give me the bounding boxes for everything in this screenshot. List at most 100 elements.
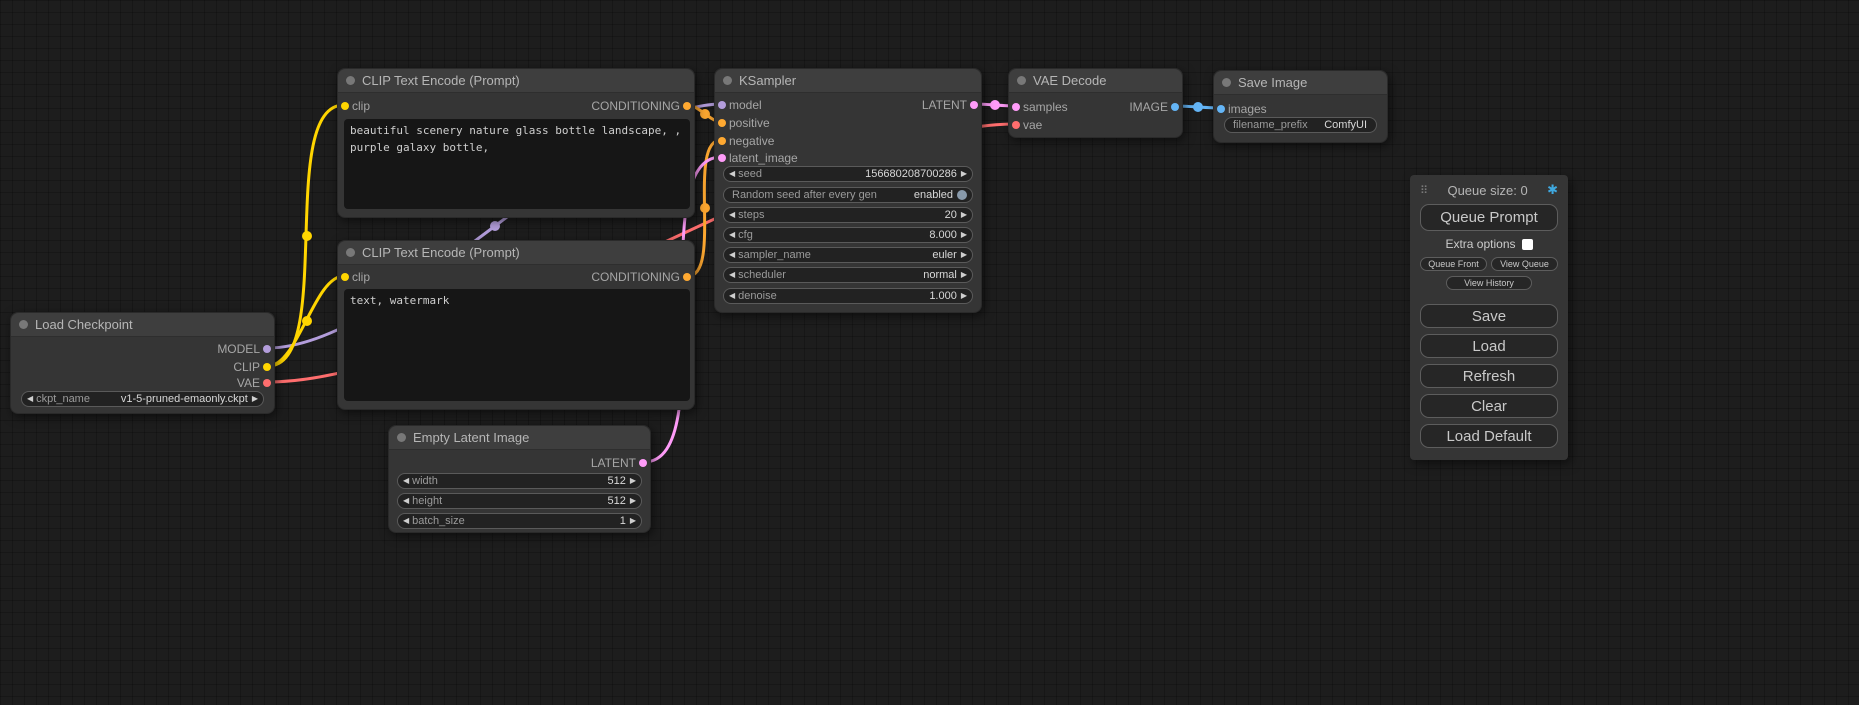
queue-front-button[interactable]: Queue Front <box>1420 257 1487 271</box>
queue-prompt-button[interactable]: Queue Prompt <box>1420 204 1558 231</box>
increment-arrow-icon[interactable]: ▶ <box>630 477 636 485</box>
input-dot-latent-image[interactable] <box>718 154 726 162</box>
increment-arrow-icon[interactable]: ▶ <box>630 497 636 505</box>
decrement-arrow-icon[interactable]: ◀ <box>403 477 409 485</box>
node-load-checkpoint[interactable]: Load Checkpoint MODEL CLIP VAE ◀ ckpt_na… <box>10 312 275 414</box>
input-label: positive <box>729 116 770 130</box>
history-row: View History <box>1420 276 1558 290</box>
input-slot-images: images <box>1214 101 1267 117</box>
node-title-bar[interactable]: KSampler <box>715 69 981 93</box>
collapse-dot-icon[interactable] <box>346 76 355 85</box>
node-empty-latent-image[interactable]: Empty Latent Image LATENT ◀ width 512 ▶ … <box>388 425 651 533</box>
drag-handle-icon[interactable]: ⠿ <box>1420 184 1428 197</box>
decrement-arrow-icon[interactable]: ◀ <box>729 211 735 219</box>
increment-arrow-icon[interactable]: ▶ <box>961 170 967 178</box>
load-default-button[interactable]: Load Default <box>1420 424 1558 448</box>
input-dot-model[interactable] <box>718 101 726 109</box>
increment-arrow-icon[interactable]: ▶ <box>630 517 636 525</box>
refresh-button[interactable]: Refresh <box>1420 364 1558 388</box>
widget-cfg[interactable]: ◀ cfg 8.000 ▶ <box>723 227 973 243</box>
input-dot-clip[interactable] <box>341 273 349 281</box>
node-clip-text-encode-positive[interactable]: CLIP Text Encode (Prompt) clip CONDITION… <box>337 68 695 218</box>
input-slot-vae: vae <box>1009 117 1042 133</box>
comfyui-canvas[interactable]: { "colors": { "model": "#B39DDB", "clip"… <box>0 0 1859 705</box>
widget-ckpt-name[interactable]: ◀ ckpt_name v1-5-pruned-emaonly.ckpt ▶ <box>21 391 264 407</box>
input-label: samples <box>1023 100 1068 114</box>
load-button[interactable]: Load <box>1420 334 1558 358</box>
output-dot-conditioning[interactable] <box>683 273 691 281</box>
node-title-bar[interactable]: Save Image <box>1214 71 1387 95</box>
output-dot-vae[interactable] <box>263 379 271 387</box>
input-dot-negative[interactable] <box>718 137 726 145</box>
decrement-arrow-icon[interactable]: ◀ <box>729 292 735 300</box>
collapse-dot-icon[interactable] <box>723 76 732 85</box>
positive-prompt-textarea[interactable]: beautiful scenery nature glass bottle la… <box>344 119 690 209</box>
decrement-arrow-icon[interactable]: ◀ <box>729 271 735 279</box>
input-dot-clip[interactable] <box>341 102 349 110</box>
node-save-image[interactable]: Save Image images filename_prefix ComfyU… <box>1213 70 1388 143</box>
decrement-arrow-icon[interactable]: ◀ <box>403 497 409 505</box>
widget-height[interactable]: ◀ height 512 ▶ <box>397 493 642 509</box>
collapse-dot-icon[interactable] <box>397 433 406 442</box>
widget-seed[interactable]: ◀ seed 156680208700286 ▶ <box>723 166 973 182</box>
view-history-button[interactable]: View History <box>1446 276 1532 290</box>
widget-batch-size[interactable]: ◀ batch_size 1 ▶ <box>397 513 642 529</box>
node-clip-text-encode-negative[interactable]: CLIP Text Encode (Prompt) clip CONDITION… <box>337 240 695 410</box>
clear-button[interactable]: Clear <box>1420 394 1558 418</box>
output-dot-conditioning[interactable] <box>683 102 691 110</box>
output-dot-latent[interactable] <box>970 101 978 109</box>
decrement-arrow-icon[interactable]: ◀ <box>403 517 409 525</box>
widget-label: filename_prefix <box>1233 119 1308 131</box>
increment-arrow-icon[interactable]: ▶ <box>961 211 967 219</box>
input-dot-images[interactable] <box>1217 105 1225 113</box>
input-slot-clip: clip <box>338 98 370 114</box>
node-vae-decode[interactable]: VAE Decode samples IMAGE vae <box>1008 68 1183 138</box>
input-dot-positive[interactable] <box>718 119 726 127</box>
node-title-bar[interactable]: CLIP Text Encode (Prompt) <box>338 69 694 93</box>
increment-arrow-icon[interactable]: ▶ <box>961 231 967 239</box>
node-title-bar[interactable]: Empty Latent Image <box>389 426 650 450</box>
collapse-dot-icon[interactable] <box>1017 76 1026 85</box>
output-dot-image[interactable] <box>1171 103 1179 111</box>
increment-arrow-icon[interactable]: ▶ <box>252 395 258 403</box>
widget-steps[interactable]: ◀ steps 20 ▶ <box>723 207 973 223</box>
increment-arrow-icon[interactable]: ▶ <box>961 271 967 279</box>
node-title-bar[interactable]: CLIP Text Encode (Prompt) <box>338 241 694 265</box>
input-label: vae <box>1023 118 1042 132</box>
node-title: Load Checkpoint <box>35 317 133 332</box>
node-title-bar[interactable]: VAE Decode <box>1009 69 1182 93</box>
settings-gear-icon[interactable]: ✱ <box>1547 182 1558 198</box>
input-dot-vae[interactable] <box>1012 121 1020 129</box>
input-label: clip <box>352 99 370 113</box>
widget-value: 1.000 <box>929 290 957 302</box>
widget-label: ckpt_name <box>36 393 90 405</box>
output-dot-model[interactable] <box>263 345 271 353</box>
widget-width[interactable]: ◀ width 512 ▶ <box>397 473 642 489</box>
widget-filename-prefix[interactable]: filename_prefix ComfyUI <box>1224 117 1377 133</box>
collapse-dot-icon[interactable] <box>1222 78 1231 87</box>
decrement-arrow-icon[interactable]: ◀ <box>729 231 735 239</box>
output-dot-latent[interactable] <box>639 459 647 467</box>
output-dot-clip[interactable] <box>263 363 271 371</box>
widget-scheduler[interactable]: ◀ scheduler normal ▶ <box>723 267 973 283</box>
increment-arrow-icon[interactable]: ▶ <box>961 251 967 259</box>
node-ksampler[interactable]: KSampler model LATENT positive negative … <box>714 68 982 313</box>
widget-random-seed-toggle[interactable]: Random seed after every gen enabled <box>723 187 973 203</box>
increment-arrow-icon[interactable]: ▶ <box>961 292 967 300</box>
save-button[interactable]: Save <box>1420 304 1558 328</box>
collapse-dot-icon[interactable] <box>19 320 28 329</box>
widget-sampler-name[interactable]: ◀ sampler_name euler ▶ <box>723 247 973 263</box>
widget-label: seed <box>738 168 762 180</box>
decrement-arrow-icon[interactable]: ◀ <box>729 170 735 178</box>
widget-denoise[interactable]: ◀ denoise 1.000 ▶ <box>723 288 973 304</box>
input-dot-samples[interactable] <box>1012 103 1020 111</box>
decrement-arrow-icon[interactable]: ◀ <box>729 251 735 259</box>
negative-prompt-textarea[interactable]: text, watermark <box>344 289 690 401</box>
view-queue-button[interactable]: View Queue <box>1491 257 1558 271</box>
collapse-dot-icon[interactable] <box>346 248 355 257</box>
toggle-on-icon[interactable] <box>957 190 967 200</box>
decrement-arrow-icon[interactable]: ◀ <box>27 395 33 403</box>
node-title-bar[interactable]: Load Checkpoint <box>11 313 274 337</box>
extra-options-checkbox[interactable] <box>1522 239 1533 250</box>
link-midpoint-dot <box>302 231 312 241</box>
